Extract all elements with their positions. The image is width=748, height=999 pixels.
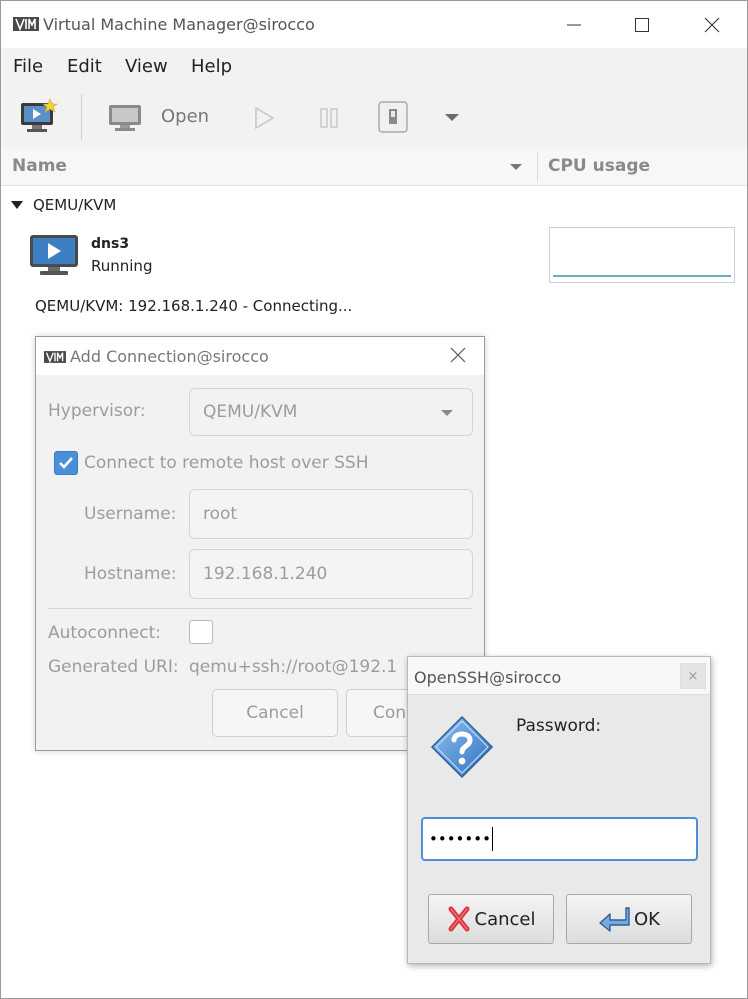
- question-icon: [430, 715, 494, 779]
- toolbar-separator: [81, 94, 82, 140]
- maximize-button[interactable]: [619, 9, 665, 41]
- column-cpu-usage[interactable]: CPU usage: [548, 156, 650, 176]
- ssh-cancel-button[interactable]: Cancel: [428, 894, 554, 944]
- checkmark-icon: [59, 457, 73, 469]
- ssh-checkbox[interactable]: [54, 451, 78, 475]
- cancel-button[interactable]: Cancel: [212, 689, 338, 737]
- ssh-checkbox-label[interactable]: Connect to remote host over SSH: [84, 453, 369, 473]
- generated-uri-label: Generated URI:: [48, 657, 179, 677]
- hypervisor-value: QEMU/KVM: [203, 402, 298, 422]
- menu-help[interactable]: Help: [191, 56, 232, 77]
- password-input[interactable]: •••••••: [421, 817, 698, 861]
- menubar: File Edit View Help: [1, 48, 747, 86]
- hostname-value: 192.168.1.240: [203, 564, 328, 584]
- window-title: Virtual Machine Manager@sirocco: [43, 15, 315, 34]
- toolbar: Open: [1, 86, 747, 148]
- username-label: Username:: [84, 504, 177, 524]
- shutdown-icon[interactable]: [378, 101, 408, 133]
- virt-manager-logo-icon: [13, 17, 39, 32]
- vm-status: Running: [91, 257, 153, 275]
- open-button-label[interactable]: Open: [161, 106, 209, 127]
- ssh-ok-button[interactable]: OK: [566, 894, 692, 944]
- cpu-usage-graph: [549, 227, 735, 283]
- sort-chevron-down-icon[interactable]: [509, 163, 523, 171]
- hypervisor-label: Hypervisor:: [48, 401, 146, 421]
- add-connection-titlebar: Add Connection@sirocco: [36, 337, 484, 375]
- close-icon: ×: [687, 668, 699, 684]
- connect-button-label: Con: [373, 703, 407, 723]
- close-button[interactable]: [689, 9, 735, 41]
- hostname-field[interactable]: 192.168.1.240: [189, 549, 473, 599]
- menu-edit[interactable]: Edit: [67, 56, 102, 77]
- ssh-cancel-label: Cancel: [474, 908, 536, 930]
- minimize-icon: [567, 24, 581, 26]
- shutdown-menu-chevron-down-icon[interactable]: [444, 113, 460, 123]
- run-icon[interactable]: [252, 106, 276, 130]
- username-field[interactable]: root: [189, 489, 473, 539]
- virt-manager-logo-icon: [44, 351, 66, 364]
- vm-list-header: Name CPU usage: [1, 148, 747, 186]
- generated-uri-value: qemu+ssh://root@192.1: [189, 657, 398, 677]
- enter-arrow-icon: [599, 907, 630, 932]
- text-caret: [491, 827, 493, 851]
- chevron-down-icon: [441, 410, 453, 416]
- connection-group-label: QEMU/KVM: [33, 196, 117, 214]
- hypervisor-select[interactable]: QEMU/KVM: [189, 388, 473, 436]
- vm-name[interactable]: dns3: [91, 236, 129, 252]
- expander-triangle-icon[interactable]: [11, 201, 23, 209]
- pause-icon[interactable]: [317, 106, 341, 130]
- menu-view[interactable]: View: [125, 56, 168, 77]
- open-vm-icon[interactable]: [108, 103, 142, 133]
- password-label: Password:: [516, 716, 602, 736]
- connection-group-row[interactable]: QEMU/KVM: [11, 196, 116, 214]
- openssh-title: OpenSSH@sirocco: [414, 668, 562, 687]
- maximize-icon: [635, 18, 649, 32]
- connecting-row[interactable]: QEMU/KVM: 192.168.1.240 - Connecting...: [35, 297, 352, 315]
- divider: [48, 608, 472, 609]
- add-connection-title: Add Connection@sirocco: [70, 347, 269, 366]
- openssh-close-button[interactable]: ×: [680, 663, 706, 689]
- username-value: root: [203, 504, 238, 524]
- minimize-button[interactable]: [551, 9, 597, 41]
- cpu-usage-line: [553, 275, 731, 277]
- autoconnect-label: Autoconnect:: [48, 623, 161, 643]
- close-icon: [704, 17, 720, 33]
- vm-monitor-icon: [30, 235, 78, 275]
- main-titlebar: Virtual Machine Manager@sirocco: [1, 1, 747, 48]
- cancel-button-label: Cancel: [246, 703, 304, 723]
- password-value: •••••••: [429, 830, 491, 848]
- close-icon[interactable]: [448, 345, 468, 365]
- openssh-titlebar: OpenSSH@sirocco ×: [408, 657, 710, 695]
- ssh-ok-label: OK: [634, 908, 660, 930]
- new-vm-icon[interactable]: [19, 98, 59, 136]
- menu-file[interactable]: File: [13, 56, 43, 77]
- column-name[interactable]: Name: [12, 156, 67, 176]
- cancel-x-icon: [448, 906, 469, 932]
- column-divider: [537, 152, 538, 182]
- hostname-label: Hostname:: [84, 564, 177, 584]
- openssh-dialog: OpenSSH@sirocco × Password: ••••••• Canc…: [407, 656, 711, 964]
- autoconnect-checkbox[interactable]: [189, 620, 213, 644]
